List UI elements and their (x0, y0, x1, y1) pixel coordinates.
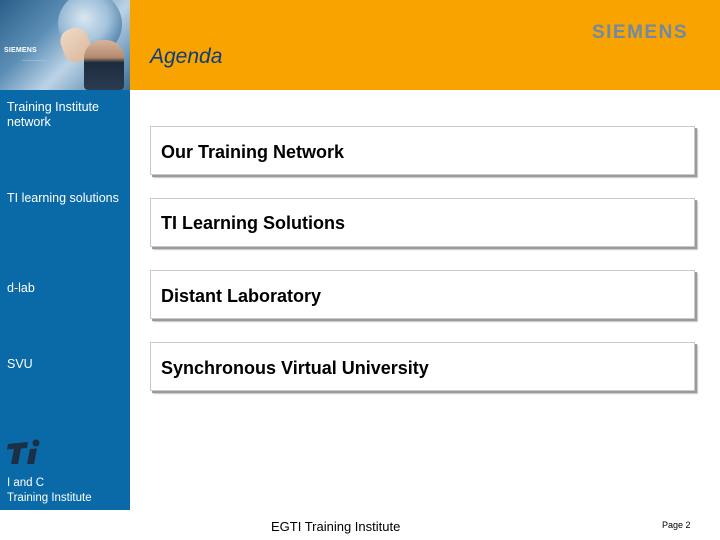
agenda-item-learning-solutions[interactable]: TI Learning Solutions (150, 198, 695, 247)
agenda-item-label: TI Learning Solutions (161, 213, 345, 233)
person-graphic (84, 40, 124, 90)
footer-line-1: I and C (7, 477, 45, 489)
sidebar-item-d-lab[interactable]: d-lab (7, 281, 125, 296)
agenda-item-label: Distant Laboratory (161, 286, 322, 306)
agenda-item-virtual-university[interactable]: Synchronous Virtual University (150, 342, 695, 391)
agenda-item-training-network[interactable]: Our Training Network (150, 126, 695, 175)
sidebar-item-training-network[interactable]: Training Institute network (7, 100, 125, 130)
photo-brand-text: SIEMENS (4, 47, 37, 54)
page-number: Page 2 (662, 520, 691, 530)
footer-text: EGTI Training Institute (271, 519, 401, 534)
sidebar-item-learning-solutions[interactable]: TI learning solutions (7, 191, 125, 206)
ti-logo-icon (7, 439, 40, 464)
agenda-item-distant-laboratory[interactable]: Distant Laboratory (150, 270, 695, 319)
photo-tagline: —————— (22, 57, 46, 62)
sidebar-footer: I and C Training Institute (7, 476, 92, 506)
footer-line-2: Training Institute (7, 492, 92, 504)
sidebar: Training Institute network TI learning s… (0, 90, 130, 510)
sidebar-item-svu[interactable]: SVU (7, 357, 125, 372)
agenda-item-label: Our Training Network (161, 142, 345, 162)
page-title: Agenda (150, 45, 223, 68)
siemens-logo: SIEMENS (591, 22, 688, 43)
header-bar: SIEMENS Agenda (130, 0, 720, 90)
agenda-item-label: Synchronous Virtual University (161, 358, 429, 378)
header-photo: SIEMENS —————— (0, 0, 130, 90)
